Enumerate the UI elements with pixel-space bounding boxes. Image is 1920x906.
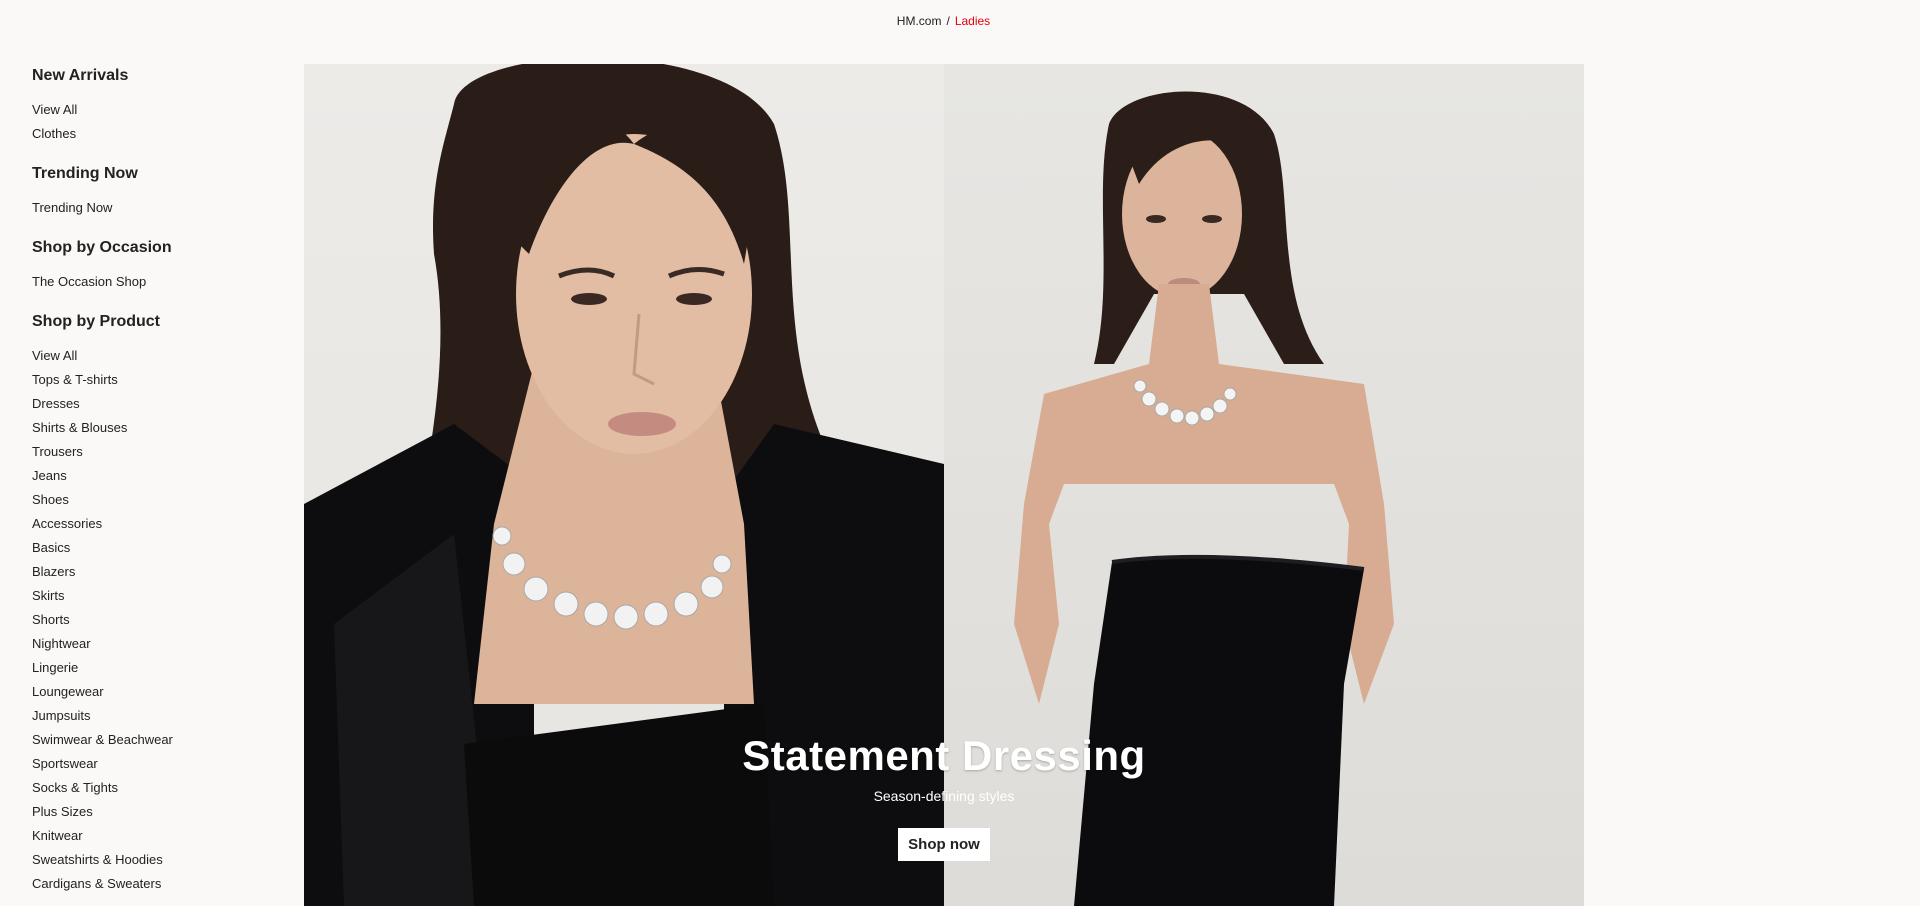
nav-link-occasion-shop[interactable]: The Occasion Shop	[32, 274, 146, 289]
nav-link-jeans[interactable]: Jeans	[32, 468, 67, 483]
nav-heading-trending-now: Trending Now	[32, 165, 138, 182]
nav-link-shirts-blouses[interactable]: Shirts & Blouses	[32, 420, 127, 435]
shop-now-button[interactable]: Shop now	[898, 828, 990, 861]
nav-link-accessories[interactable]: Accessories	[32, 516, 102, 531]
nav-link-nightwear[interactable]: Nightwear	[32, 636, 91, 651]
nav-link-new-clothes[interactable]: Clothes	[32, 126, 76, 141]
nav-link-basics[interactable]: Basics	[32, 540, 70, 555]
nav-link-loungewear[interactable]: Loungewear	[32, 684, 104, 699]
nav-link-cardigans-sweaters[interactable]: Cardigans & Sweaters	[32, 876, 161, 891]
nav-link-jumpsuits[interactable]: Jumpsuits	[32, 708, 91, 723]
breadcrumb-current-link[interactable]: Ladies	[955, 14, 990, 28]
nav-link-sweatshirts-hoodies[interactable]: Sweatshirts & Hoodies	[32, 852, 163, 867]
nav-link-plus-sizes[interactable]: Plus Sizes	[32, 804, 93, 819]
hero-subtitle: Season-defining styles	[873, 788, 1015, 804]
hero-title: Statement Dressing	[742, 732, 1146, 779]
nav-link-product-view-all[interactable]: View All	[32, 348, 77, 363]
nav-heading-shop-by-product: Shop by Product	[32, 313, 160, 330]
breadcrumb: HM.com / Ladies	[0, 14, 1887, 28]
nav-link-dresses[interactable]: Dresses	[32, 396, 80, 411]
nav-section-occasion: Shop by Occasion The Occasion Shop	[32, 238, 262, 294]
breadcrumb-separator: /	[946, 14, 950, 28]
nav-link-new-view-all[interactable]: View All	[32, 102, 77, 117]
nav-link-trousers[interactable]: Trousers	[32, 444, 83, 459]
nav-link-lingerie[interactable]: Lingerie	[32, 660, 78, 675]
nav-link-sportswear[interactable]: Sportswear	[32, 756, 98, 771]
nav-section-new-arrivals: New Arrivals View All Clothes	[32, 66, 262, 146]
nav-link-shoes[interactable]: Shoes	[32, 492, 69, 507]
nav-link-tops-tshirts[interactable]: Tops & T-shirts	[32, 372, 118, 387]
nav-section-product: Shop by Product View All Tops & T-shirts…	[32, 312, 262, 896]
nav-link-socks-tights[interactable]: Socks & Tights	[32, 780, 118, 795]
nav-link-shorts[interactable]: Shorts	[32, 612, 70, 627]
nav-link-trending-now[interactable]: Trending Now	[32, 200, 112, 215]
hero-banner[interactable]: Statement Dressing Season-defining style…	[304, 64, 1584, 906]
nav-section-trending: Trending Now Trending Now	[32, 164, 262, 220]
nav-heading-shop-by-occasion: Shop by Occasion	[32, 239, 172, 256]
nav-link-skirts[interactable]: Skirts	[32, 588, 65, 603]
nav-link-blazers[interactable]: Blazers	[32, 564, 75, 579]
breadcrumb-home-link[interactable]: HM.com	[897, 14, 942, 28]
nav-heading-new-arrivals: New Arrivals	[32, 67, 129, 84]
category-sidebar: New Arrivals View All Clothes Trending N…	[32, 66, 262, 906]
nav-link-knitwear[interactable]: Knitwear	[32, 828, 83, 843]
nav-link-swimwear[interactable]: Swimwear & Beachwear	[32, 732, 173, 747]
